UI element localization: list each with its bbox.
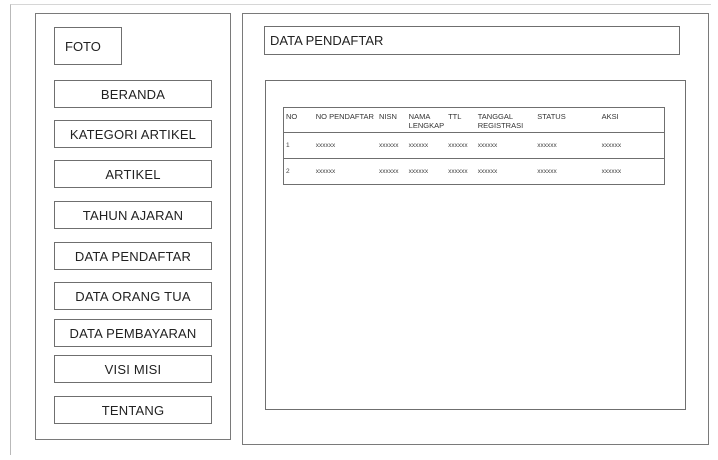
- column-header-no: NO: [286, 112, 298, 121]
- nav-label: ARTIKEL: [105, 166, 161, 182]
- cell-no-pendaftar: xxxxxx: [315, 142, 336, 150]
- nav-label: VISI MISI: [104, 361, 162, 377]
- column-header-status: STATUS: [537, 112, 566, 121]
- column-header-ttl: TTL: [448, 112, 462, 121]
- cell-nama-lengkap: xxxxxx: [408, 142, 429, 150]
- nav-beranda-button[interactable]: BERANDA: [54, 80, 212, 108]
- main-panel: DATA PENDAFTAR NO NO PENDAFTAR NISN NAMA…: [242, 13, 709, 445]
- cell-nama-lengkap: xxxxxx: [408, 168, 429, 176]
- nav-label: BERANDA: [100, 86, 166, 102]
- nav-kategori-artikel-button[interactable]: KATEGORI ARTIKEL: [54, 120, 212, 148]
- column-header-nama-lengkap: NAMA LENGKAP: [408, 112, 445, 130]
- nav-data-orang-tua-button[interactable]: DATA ORANG TUA: [54, 282, 212, 310]
- column-header-aksi: AKSI: [601, 112, 619, 121]
- cell-nisn: xxxxxx: [378, 142, 399, 150]
- cell-status: xxxxxx: [537, 142, 557, 150]
- cell-tanggal-registrasi: xxxxxx: [477, 142, 498, 150]
- nav-label: TENTANG: [101, 402, 165, 418]
- nav-label: DATA PEMBAYARAN: [69, 325, 197, 341]
- cell-status: xxxxxx: [537, 168, 557, 176]
- column-header-nisn: NISN: [378, 112, 397, 121]
- nav-label: KATEGORI ARTIKEL: [69, 126, 197, 142]
- table-row: 2 xxxxxx xxxxxx xxxxxx xxxxxx xxxxxx xxx…: [283, 158, 665, 185]
- content-area: NO NO PENDAFTAR NISN NAMA LENGKAP TTL TA…: [265, 80, 686, 410]
- nav-artikel-button[interactable]: ARTIKEL: [54, 160, 212, 188]
- cell-tanggal-registrasi: xxxxxx: [477, 168, 498, 176]
- photo-label: FOTO: [65, 38, 101, 54]
- cell-ttl: xxxxxx: [448, 142, 468, 150]
- registrant-table: NO NO PENDAFTAR NISN NAMA LENGKAP TTL TA…: [283, 107, 665, 186]
- cell-aksi[interactable]: xxxxxx: [600, 133, 665, 159]
- table-row: 1 xxxxxx xxxxxx xxxxxx xxxxxx xxxxxx xxx…: [283, 132, 665, 159]
- cell-aksi[interactable]: xxxxxx: [600, 159, 665, 185]
- nav-tahun-ajaran-button[interactable]: TAHUN AJARAN: [54, 201, 212, 229]
- sidebar: FOTO BERANDA KATEGORI ARTIKEL ARTIKEL TA…: [35, 13, 231, 440]
- page-title: DATA PENDAFTAR: [264, 26, 680, 55]
- nav-visi-misi-button[interactable]: VISI MISI: [54, 355, 212, 383]
- cell-nisn: xxxxxx: [378, 168, 399, 176]
- page-title-text: DATA PENDAFTAR: [270, 33, 384, 48]
- column-header-no-pendaftar: NO PENDAFTAR: [315, 112, 374, 121]
- nav-data-pembayaran-button[interactable]: DATA PEMBAYARAN: [54, 319, 212, 347]
- nav-label: DATA ORANG TUA: [75, 288, 191, 304]
- cell-ttl: xxxxxx: [448, 168, 468, 176]
- nav-data-pendaftar-button[interactable]: DATA PENDAFTAR: [54, 242, 212, 270]
- nav-tentang-button[interactable]: TENTANG: [54, 396, 212, 424]
- cell-no-pendaftar: xxxxxx: [315, 168, 336, 176]
- nav-label: TAHUN AJARAN: [82, 207, 184, 223]
- table-header-row: NO NO PENDAFTAR NISN NAMA LENGKAP TTL TA…: [284, 108, 665, 133]
- cell-no: 1: [286, 142, 290, 150]
- column-header-tanggal-registrasi: TANGGAL REGISTRASI: [477, 112, 524, 130]
- nav-label: DATA PENDAFTAR: [74, 248, 192, 264]
- cell-no: 2: [286, 168, 290, 176]
- profile-photo-placeholder: FOTO: [54, 27, 122, 65]
